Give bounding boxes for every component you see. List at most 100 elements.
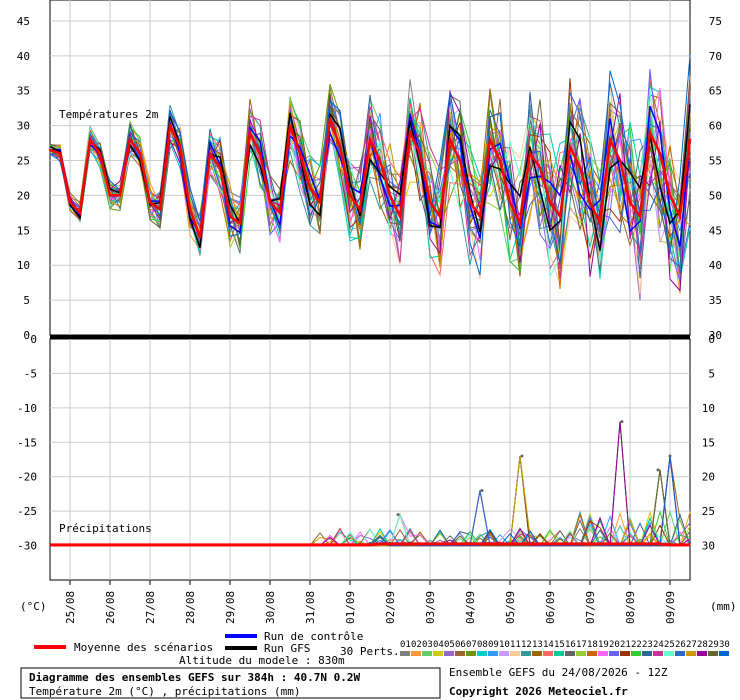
precipitation-tick-label: -10 <box>17 402 37 415</box>
pert-color-swatch <box>488 651 498 656</box>
mean-temperature-point <box>248 131 252 134</box>
temperature-tick-label: 5 <box>23 294 30 307</box>
pert-color-swatch <box>521 651 531 656</box>
x-tick-label: 08/09 <box>624 591 637 624</box>
mean-temperature-point <box>358 208 362 211</box>
mean-temperature-point <box>638 215 642 218</box>
temperature-right-tick-label: 35 <box>709 294 722 307</box>
pert-number-label: 18 <box>587 640 598 650</box>
pert-number-label: 05 <box>444 640 455 650</box>
mean-temperature-point <box>558 215 562 218</box>
x-tick-label: 05/09 <box>504 591 517 624</box>
mean-temperature-point <box>78 211 82 215</box>
temperature-panel-label: Températures 2m <box>59 108 159 121</box>
pert-color-swatch <box>554 651 564 656</box>
pert-number-label: 16 <box>565 640 576 650</box>
grid-lines <box>49 0 691 581</box>
pert-number-label: 11 <box>510 640 521 650</box>
x-tick-label: 29/08 <box>224 591 237 624</box>
perts-label: 30 Perts. <box>340 645 400 658</box>
precipitation-peak-point <box>656 468 660 472</box>
mean-temperature-point <box>448 138 452 141</box>
pert-color-swatch <box>653 651 663 656</box>
mean-temperature-point <box>388 194 392 197</box>
pert-number-label: 29 <box>708 640 719 650</box>
mean-precipitation-line <box>50 542 690 547</box>
precipitation-right-tick-label: 25 <box>702 505 715 518</box>
ensemble-member-precip-line <box>50 490 691 547</box>
mean-temperature-point <box>668 194 672 197</box>
mean-temperature-point <box>678 215 682 218</box>
mean-temperature-point <box>538 166 542 169</box>
temperature-tick-label: 20 <box>17 189 30 202</box>
pert-number-label: 13 <box>532 640 543 650</box>
pert-number-label: 19 <box>598 640 609 650</box>
mean-temperature-point <box>188 208 192 211</box>
pert-color-swatch <box>708 651 718 656</box>
pert-color-swatch <box>598 651 608 656</box>
mean-temperature-point <box>618 159 622 162</box>
x-tick-label: 25/08 <box>64 591 77 624</box>
pert-color-swatch <box>444 651 454 656</box>
temperature-right-tick-label: 45 <box>709 224 722 237</box>
mean-temperature-point <box>258 152 262 155</box>
x-tick-label: 06/09 <box>544 591 557 624</box>
precipitation-right-tick-label: 15 <box>702 436 715 449</box>
pert-number-label: 17 <box>576 640 587 650</box>
mean-temperature-point <box>478 215 482 218</box>
pert-color-swatch <box>411 651 421 656</box>
precipitation-tick-label: -15 <box>17 436 37 449</box>
pert-color-swatch <box>609 651 619 656</box>
precipitation-peak-point <box>620 420 624 424</box>
pert-number-label: 24 <box>653 640 664 650</box>
temperature-tick-label: 40 <box>17 50 30 63</box>
mean-temperature-point <box>428 201 432 204</box>
pert-color-swatch <box>510 651 520 656</box>
pert-number-label: 21 <box>620 640 631 650</box>
mean-temperature-point <box>548 201 552 204</box>
pert-number-label: 01 <box>400 640 411 650</box>
pert-color-swatch <box>620 651 630 656</box>
pert-color-swatch <box>675 651 685 656</box>
x-tick-label: 27/08 <box>144 591 157 624</box>
x-tick-label: 04/09 <box>464 591 477 624</box>
gefs-ensemble-chart: 0 305 3510 4015 4520 5025 5530 6035 6540 7045 75-3… <box>17 0 737 699</box>
pert-color-swatch <box>466 651 476 656</box>
temperature-tick-label: 45 <box>17 15 30 28</box>
mean-temperature-point <box>408 131 412 134</box>
mean-temperature-point <box>528 152 532 155</box>
pert-number-label: 25 <box>664 640 675 650</box>
pert-color-swatch <box>686 651 696 656</box>
mean-temperature-point <box>378 159 382 162</box>
mean-temperature-point <box>598 222 602 225</box>
mean-temperature-point <box>398 215 402 218</box>
temperature-tick-label: 30 <box>17 120 30 133</box>
pert-number-label: 14 <box>543 640 554 650</box>
mean-temperature-point <box>268 201 272 204</box>
pert-color-swatch <box>477 651 487 656</box>
ensemble-label: Ensemble GEFS du 24/08/2026 - 12Z <box>449 666 668 679</box>
temperature-right-tick-label: 65 <box>709 85 722 98</box>
mean-temperature-point <box>58 152 62 155</box>
mean-temperature-point <box>48 148 52 152</box>
x-tick-label: 31/08 <box>304 591 317 624</box>
mean-temperature-point <box>468 201 472 204</box>
mean-temperature-point <box>348 194 352 197</box>
precipitation-right-tick-label: 5 <box>708 367 715 380</box>
pert-color-swatch <box>532 651 542 656</box>
footer-title: Diagramme des ensembles GEFS sur 384h : … <box>29 671 361 684</box>
temperature-tick-label: 25 <box>17 155 30 168</box>
mean-temperature-point <box>138 152 142 155</box>
pert-color-swatch <box>543 651 553 656</box>
mean-temperature-point <box>108 194 112 197</box>
mean-temperature-point <box>168 124 172 127</box>
mean-temperature-point <box>508 201 512 204</box>
pert-color-swatch <box>433 651 443 656</box>
pert-color-swatch <box>664 651 674 656</box>
x-tick-label: 07/09 <box>584 591 597 624</box>
footer-subtitle: Température 2m (°C) , précipitations (mm… <box>29 685 301 698</box>
mean-temperature-point <box>488 138 492 141</box>
mean-temperature-point <box>438 215 442 218</box>
pert-number-label: 12 <box>521 640 532 650</box>
pert-number-label: 10 <box>499 640 510 650</box>
